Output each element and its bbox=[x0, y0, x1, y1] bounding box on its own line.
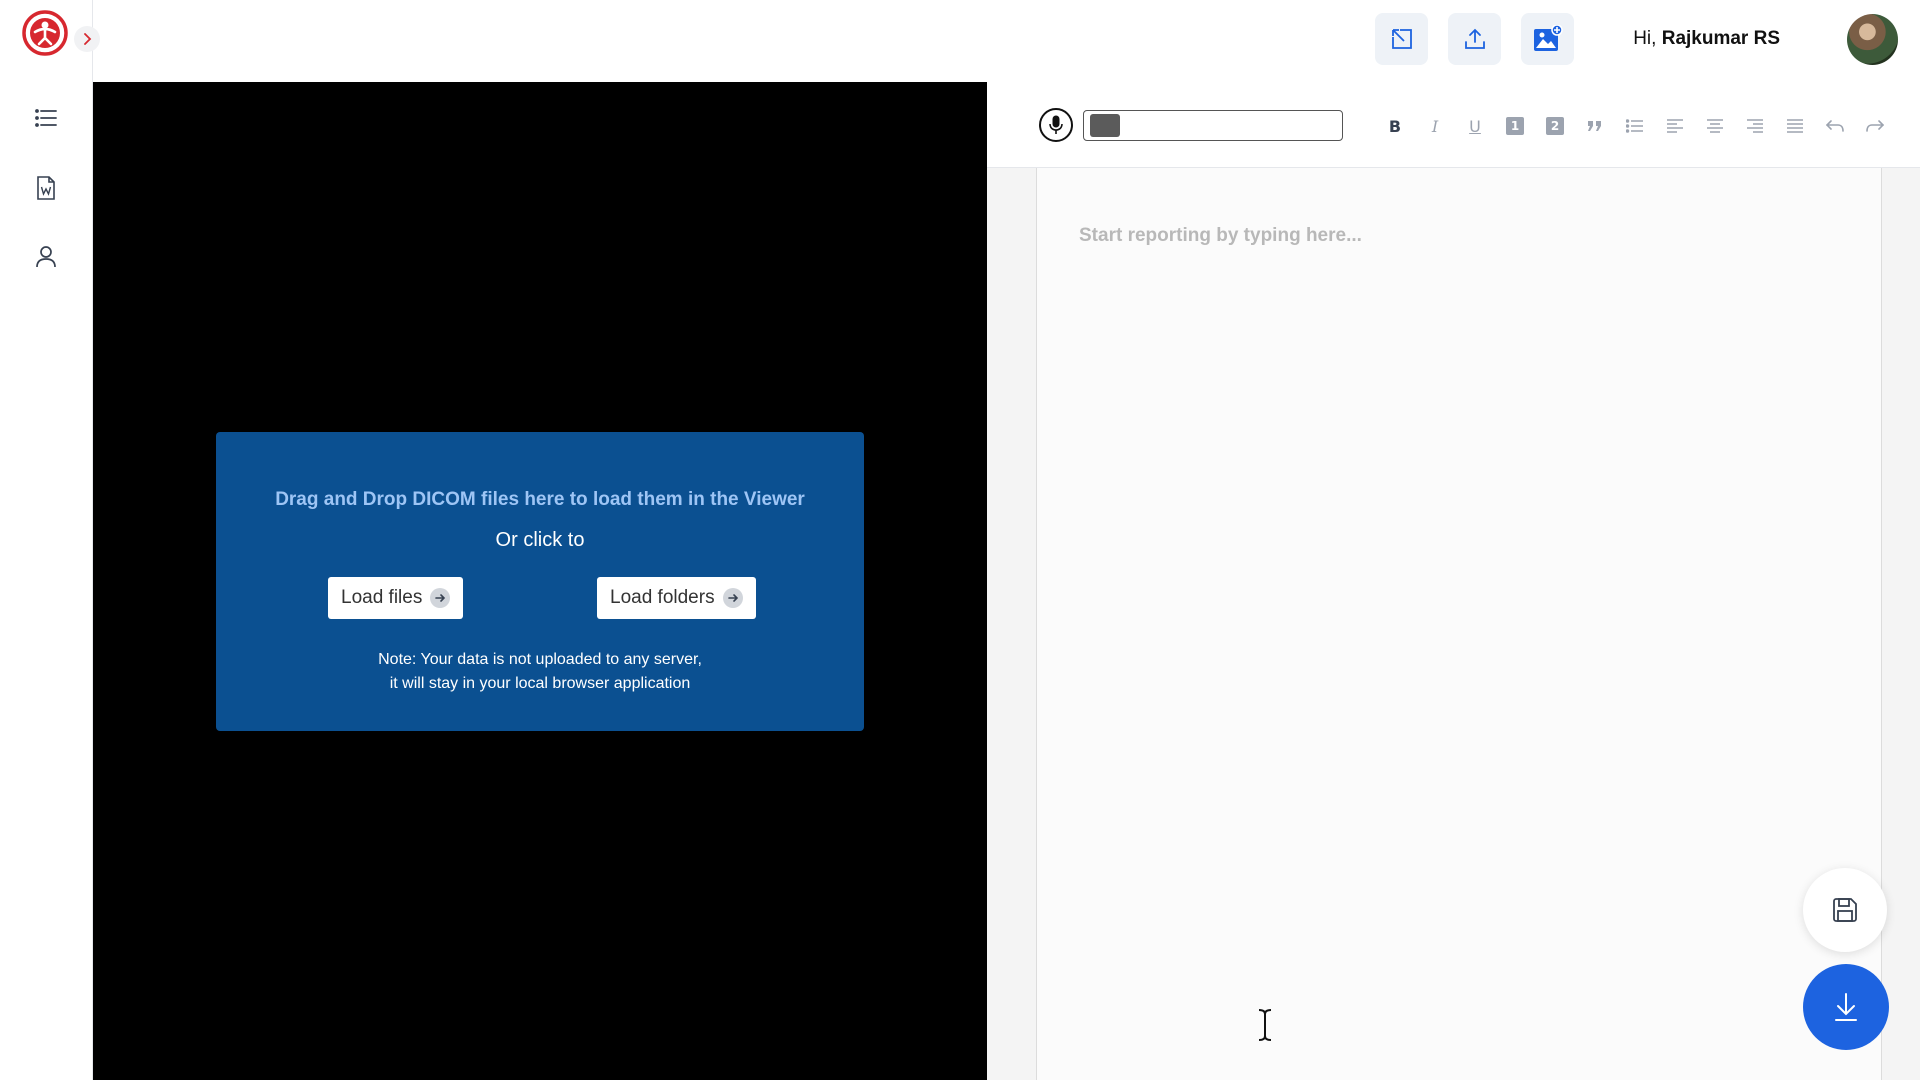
dropzone-title: Drag and Drop DICOM files here to load t… bbox=[275, 489, 805, 510]
load-files-button[interactable]: Load files bbox=[328, 577, 464, 619]
bullet-list-icon[interactable] bbox=[1621, 112, 1649, 140]
load-files-label: Load files bbox=[341, 587, 423, 608]
heading2-label: 2 bbox=[1546, 117, 1564, 135]
select-cursor-icon bbox=[1391, 29, 1412, 49]
add-image-button[interactable] bbox=[1521, 13, 1574, 65]
microphone-button[interactable] bbox=[1039, 108, 1073, 142]
microphone-icon bbox=[1049, 115, 1063, 134]
dropzone-or-text: Or click to bbox=[495, 529, 585, 551]
user-name: Rajkumar RS bbox=[1661, 28, 1780, 49]
dicom-dropzone[interactable]: Drag and Drop DICOM files here to load t… bbox=[216, 432, 864, 731]
align-left-icon[interactable] bbox=[1661, 112, 1689, 140]
arrow-right-icon bbox=[722, 588, 743, 608]
undo-icon[interactable] bbox=[1821, 112, 1849, 140]
heading2-button[interactable]: 2 bbox=[1541, 112, 1569, 140]
download-button[interactable] bbox=[1803, 964, 1889, 1050]
load-folders-label: Load folders bbox=[610, 587, 715, 608]
upload-icon bbox=[1464, 28, 1485, 49]
download-icon bbox=[1835, 993, 1857, 1021]
redo-icon[interactable] bbox=[1861, 112, 1889, 140]
brand-logo-icon[interactable] bbox=[22, 10, 68, 56]
heading1-button[interactable]: 1 bbox=[1501, 112, 1529, 140]
italic-button[interactable]: I bbox=[1421, 112, 1449, 140]
left-sidebar bbox=[0, 0, 93, 1080]
dicom-viewer[interactable]: Drag and Drop DICOM files here to load t… bbox=[93, 82, 987, 1080]
bold-button[interactable]: B bbox=[1381, 112, 1409, 140]
voice-level-bar bbox=[1083, 110, 1343, 141]
note-line-1: Note: Your data is not uploaded to any s… bbox=[378, 651, 702, 668]
underline-button[interactable]: U bbox=[1461, 112, 1489, 140]
arrow-right-icon bbox=[430, 588, 451, 608]
save-icon bbox=[1833, 898, 1857, 922]
add-image-icon bbox=[1533, 25, 1563, 51]
editor-toolbar: B I U 1 2 bbox=[987, 82, 1920, 168]
report-editor[interactable]: Start reporting by typing here... bbox=[1036, 168, 1882, 1080]
avatar[interactable] bbox=[1847, 14, 1898, 65]
blockquote-icon[interactable] bbox=[1581, 112, 1609, 140]
save-button[interactable] bbox=[1803, 868, 1887, 952]
upload-button[interactable] bbox=[1448, 13, 1501, 65]
editor-placeholder: Start reporting by typing here... bbox=[1079, 225, 1362, 246]
list-icon[interactable] bbox=[33, 105, 59, 131]
note-line-2: it will stay in your local browser appli… bbox=[389, 675, 691, 692]
select-cursor-button[interactable] bbox=[1375, 13, 1428, 65]
chevron-right-icon[interactable] bbox=[74, 26, 100, 52]
greeting-prefix: Hi, bbox=[1633, 28, 1657, 49]
top-header: Hi, Rajkumar RS bbox=[93, 0, 1920, 82]
text-cursor-icon bbox=[1255, 1008, 1275, 1042]
word-document-icon[interactable] bbox=[33, 175, 59, 201]
heading1-label: 1 bbox=[1506, 117, 1524, 135]
user-greeting: Hi, Rajkumar RS bbox=[1633, 28, 1780, 50]
align-right-icon[interactable] bbox=[1741, 112, 1769, 140]
align-justify-icon[interactable] bbox=[1781, 112, 1809, 140]
align-center-icon[interactable] bbox=[1701, 112, 1729, 140]
user-icon[interactable] bbox=[33, 244, 59, 270]
dropzone-note: Note: Your data is not uploaded to any s… bbox=[216, 648, 864, 696]
load-folders-button[interactable]: Load folders bbox=[597, 577, 756, 619]
